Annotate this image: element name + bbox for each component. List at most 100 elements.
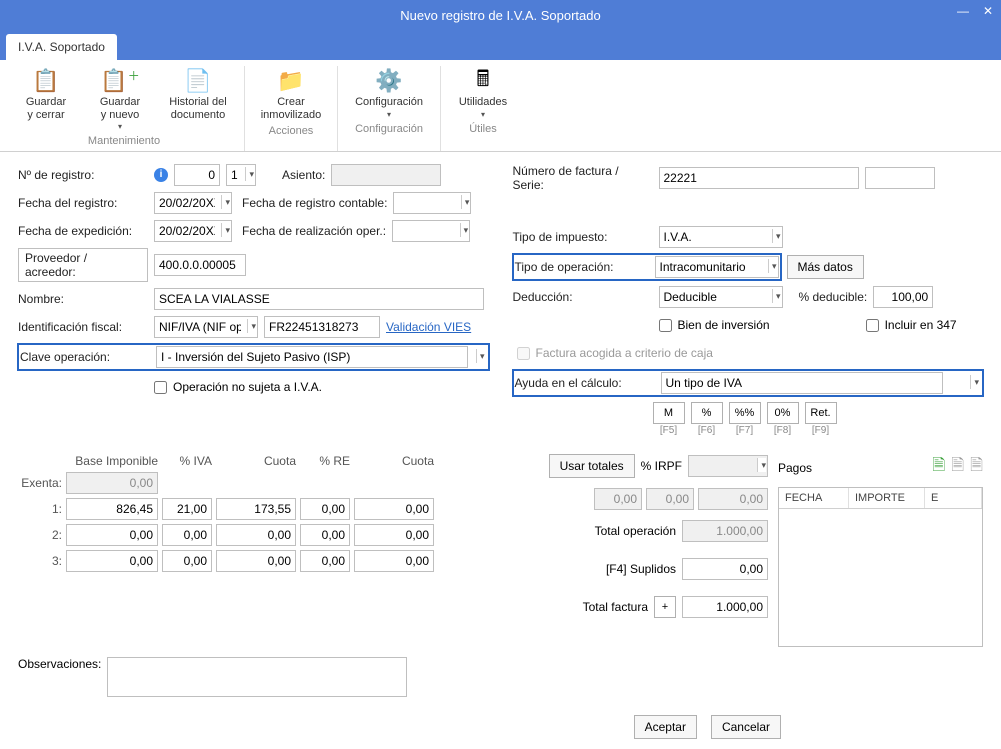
chevron-down-icon[interactable]: ▾: [970, 375, 979, 389]
chevron-down-icon[interactable]: ▾: [118, 122, 122, 131]
save-close-button[interactable]: 📋 Guardar y cerrar: [14, 66, 78, 131]
nombre-input[interactable]: [154, 288, 484, 310]
chevron-down-icon[interactable]: ▾: [476, 349, 485, 363]
pagos-col-e: E: [925, 488, 982, 508]
tot-oper-val: [682, 520, 768, 542]
r2-base[interactable]: [66, 524, 158, 546]
r2-cuota2[interactable]: [354, 524, 434, 546]
numfact-label: Número de factura / Serie:: [513, 164, 653, 192]
chevron-down-icon[interactable]: ▾: [247, 319, 256, 333]
pctdeduc-input[interactable]: [873, 286, 933, 308]
obs-textarea[interactable]: [107, 657, 407, 697]
r2-pctiva[interactable]: [162, 524, 212, 546]
chevron-down-icon[interactable]: ▾: [768, 259, 777, 273]
titlebar: Nuevo registro de I.V.A. Soportado — ✕: [0, 0, 1001, 30]
tot-fact-plus-button[interactable]: +: [654, 596, 676, 618]
group-mantenimiento-label: Mantenimiento: [88, 135, 160, 147]
chevron-down-icon[interactable]: ▾: [772, 229, 781, 243]
lbl-f5: [F5]: [653, 425, 685, 436]
fexped-label: Fecha de expedición:: [18, 224, 148, 238]
doc-add-icon[interactable]: 🗎: [932, 454, 945, 481]
r1-base[interactable]: [66, 498, 158, 520]
utilidades-button[interactable]: 🖩 Utilidades ▾: [451, 66, 515, 119]
tipoimp-select[interactable]: [659, 226, 783, 248]
calculator-icon: 🖩: [465, 66, 501, 96]
row3-label: 3:: [18, 554, 62, 568]
th-pctiva: % IVA: [162, 454, 212, 468]
r3-base[interactable]: [66, 550, 158, 572]
group-utiles-label: Útiles: [469, 123, 497, 135]
aceptar-button[interactable]: Aceptar: [634, 715, 697, 739]
mas-datos-button[interactable]: Más datos: [787, 255, 864, 279]
r3-cuota[interactable]: [216, 550, 296, 572]
proveedor-input[interactable]: [154, 254, 246, 276]
r1-pctre[interactable]: [300, 498, 350, 520]
save-new-button[interactable]: 📋＋ Guardar y nuevo ▾: [88, 66, 152, 131]
history-doc-icon: 📄: [180, 66, 216, 96]
r1-cuota[interactable]: [216, 498, 296, 520]
suplidos-val[interactable]: [682, 558, 768, 580]
r1-cuota2[interactable]: [354, 498, 434, 520]
pagos-col-importe: IMPORTE: [849, 488, 925, 508]
chevron-down-icon[interactable]: ▾: [481, 110, 485, 119]
btn-pct[interactable]: %: [691, 402, 723, 424]
chevron-down-icon[interactable]: ▾: [221, 223, 230, 237]
freal-input[interactable]: [392, 220, 470, 242]
irpf-v2: [646, 488, 694, 510]
fcontable-input[interactable]: [393, 192, 471, 214]
bien-inversion-checkbox[interactable]: [659, 319, 672, 332]
numfact-input[interactable]: [659, 167, 859, 189]
clave-select[interactable]: [156, 346, 468, 368]
cancelar-button[interactable]: Cancelar: [711, 715, 781, 739]
usar-totales-button[interactable]: Usar totales: [549, 454, 635, 478]
incluir-347-checkbox[interactable]: [866, 319, 879, 332]
validacion-vies-link[interactable]: Validación VIES: [386, 320, 471, 334]
r1-pctiva[interactable]: [162, 498, 212, 520]
tipoop-select[interactable]: [655, 256, 779, 278]
freal-label: Fecha de realización oper.:: [242, 224, 386, 238]
fregistro-input[interactable]: [154, 192, 232, 214]
row1-label: 1:: [18, 502, 62, 516]
ayuda-select[interactable]: [661, 372, 943, 394]
idfiscal-label: Identificación fiscal:: [18, 320, 148, 334]
ayuda-label: Ayuda en el cálculo:: [515, 376, 655, 390]
tab-iva-soportado[interactable]: I.V.A. Soportado: [6, 34, 117, 60]
btn-0pct[interactable]: 0%: [767, 402, 799, 424]
close-icon[interactable]: ✕: [983, 4, 993, 18]
lbl-f9: [F9]: [805, 425, 837, 436]
th-cuota2: Cuota: [354, 454, 434, 468]
r2-cuota[interactable]: [216, 524, 296, 546]
crear-inmovilizado-button[interactable]: 📁 Crear inmovilizado: [255, 66, 327, 121]
numfact-serie-input[interactable]: [865, 167, 935, 189]
minimize-icon[interactable]: —: [957, 4, 969, 18]
chevron-down-icon[interactable]: ▾: [772, 289, 781, 303]
pct-irpf-label: % IRPF: [641, 459, 682, 473]
btn-pctpct[interactable]: %%: [729, 402, 761, 424]
asiento-label: Asiento:: [282, 168, 325, 182]
folder-icon: 📁: [273, 66, 309, 96]
tipoimp-label: Tipo de impuesto:: [513, 230, 653, 244]
historial-button[interactable]: 📄 Historial del documento: [162, 66, 234, 131]
fexped-input[interactable]: [154, 220, 232, 242]
r3-cuota2[interactable]: [354, 550, 434, 572]
r2-pctre[interactable]: [300, 524, 350, 546]
chevron-down-icon[interactable]: ▾: [460, 223, 469, 237]
chevron-down-icon[interactable]: ▾: [245, 167, 254, 181]
tot-fact-val[interactable]: [682, 596, 768, 618]
btn-ret[interactable]: Ret.: [805, 402, 837, 424]
idfiscal-num-input[interactable]: [264, 316, 380, 338]
info-icon[interactable]: i: [154, 168, 168, 182]
deduccion-select[interactable]: [659, 286, 783, 308]
nregistro-input[interactable]: [174, 164, 220, 186]
chevron-down-icon[interactable]: ▾: [221, 195, 230, 209]
chevron-down-icon[interactable]: ▾: [387, 110, 391, 119]
group-acciones-label: Acciones: [269, 125, 314, 137]
r3-pctiva[interactable]: [162, 550, 212, 572]
r3-pctre[interactable]: [300, 550, 350, 572]
configuracion-button[interactable]: ⚙️ Configuración ▾: [348, 66, 430, 119]
idfiscal-tipo-select[interactable]: [154, 316, 258, 338]
pagos-table[interactable]: FECHA IMPORTE E: [778, 487, 983, 647]
btn-m[interactable]: M: [653, 402, 685, 424]
chevron-down-icon[interactable]: ▾: [461, 195, 470, 209]
no-sujeta-checkbox[interactable]: [154, 381, 167, 394]
